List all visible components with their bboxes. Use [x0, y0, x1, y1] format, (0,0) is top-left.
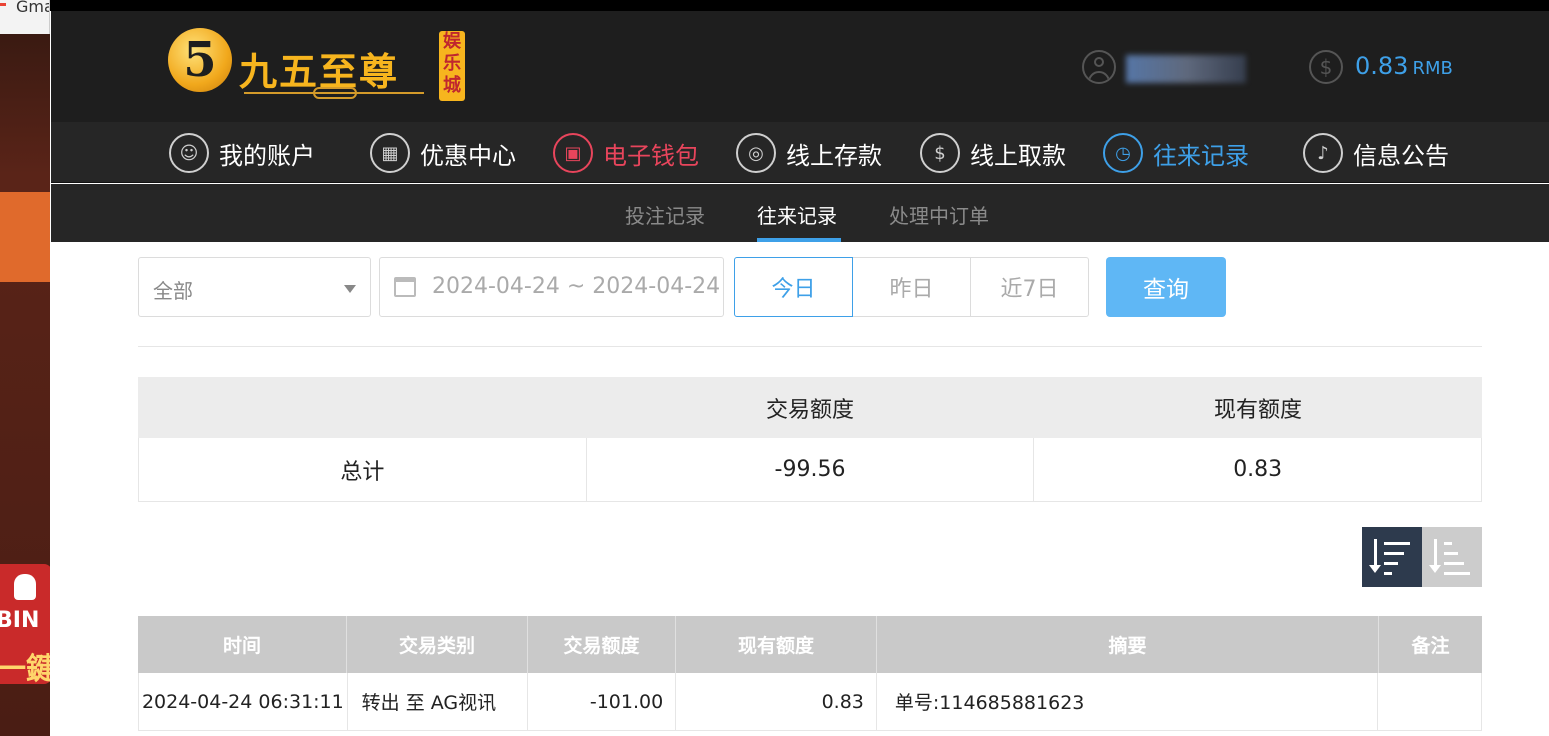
main-content: 全部 2024-04-24 ~ 2024-04-24 今日 昨日 近7日 查询 … — [51, 242, 1549, 736]
main-nav: ☺ 我的账户 ▦ 优惠中心 ▣ 电子钱包 ◎ 线上存款 $ 线上取款 ◷ 往来记录 ♪ 信息公… — [51, 122, 1549, 183]
sort-descending-button[interactable] — [1362, 527, 1422, 587]
nav-item-label: 线上存款 — [786, 141, 882, 170]
logo-ornament-center — [313, 87, 357, 99]
nav-item-promotions[interactable]: ▦ 优惠中心 — [370, 132, 516, 174]
dollar-coin-icon: $ — [1309, 50, 1343, 84]
nav-item-online-withdraw[interactable]: $ 线上取款 — [920, 132, 1066, 174]
cell-amount: -101.00 — [527, 673, 675, 730]
nav-item-label: 优惠中心 — [420, 141, 516, 170]
logo-subtitle: 娱 乐 城 — [439, 31, 465, 101]
summary-table: 交易额度 现有额度 总计 -99.56 0.83 — [138, 377, 1482, 502]
subnav-transaction-records[interactable]: 往来记录 — [757, 200, 837, 229]
user-icon: ☺ — [169, 133, 209, 173]
logo-emblem-icon[interactable]: 5 — [168, 28, 232, 92]
browser-top-bar — [0, 0, 1549, 11]
cell-balance: 0.83 — [675, 673, 876, 730]
side-promo-strip: BIN 一鍵 — [0, 34, 50, 736]
side-orange-block — [0, 192, 50, 282]
balance-display: 0.83 RMB — [1355, 52, 1453, 80]
column-header-balance[interactable]: 现有额度 — [675, 616, 876, 673]
column-header-type[interactable]: 交易类别 — [346, 616, 527, 673]
cell-remark — [1377, 673, 1481, 730]
subnav-bet-records[interactable]: 投注记录 — [625, 200, 705, 229]
summary-total-row: 总计 -99.56 0.83 — [138, 438, 1482, 502]
bell-icon: ♪ — [1303, 133, 1343, 173]
column-header-amount[interactable]: 交易额度 — [527, 616, 675, 673]
quick-date-group: 今日 昨日 近7日 — [734, 257, 1091, 317]
balance-amount: 0.83 — [1355, 52, 1409, 80]
calendar-icon — [394, 277, 416, 297]
column-header-remark[interactable]: 备注 — [1378, 616, 1482, 673]
summary-header-cell: 现有额度 — [1213, 397, 1302, 423]
table-row: 2024-04-24 06:31:11 转出 至 AG视讯 -101.00 0.… — [138, 673, 1482, 731]
cell-time: 2024-04-24 06:31:11 — [141, 690, 344, 713]
gmail-icon — [0, 3, 6, 13]
records-header-row: 时间 交易类别 交易额度 现有额度 摘要 备注 — [138, 616, 1482, 673]
nav-item-label: 我的账户 — [219, 141, 315, 170]
summary-cell: -99.56 — [585, 438, 1034, 501]
date-range-value: 2024-04-24 ~ 2024-04-24 — [432, 274, 721, 299]
pointer-hand-icon — [14, 574, 36, 600]
type-select-value: 全部 — [153, 279, 193, 303]
divider — [138, 346, 1482, 347]
deposit-icon: ◎ — [736, 133, 776, 173]
nav-item-online-deposit[interactable]: ◎ 线上存款 — [736, 132, 882, 174]
query-button[interactable]: 查询 — [1106, 257, 1226, 317]
caret-down-icon — [344, 285, 356, 293]
nav-item-label: 线上取款 — [970, 141, 1066, 170]
summary-header-cell — [138, 377, 586, 438]
balance-currency: RMB — [1412, 58, 1453, 79]
gift-icon: ▦ — [370, 133, 410, 173]
sort-ascending-button[interactable] — [1422, 527, 1482, 587]
summary-header-cell: 交易额度 — [765, 397, 854, 423]
username-redacted — [1126, 55, 1246, 83]
summary-cell: 总计 — [340, 459, 385, 485]
subnav-pending-orders[interactable]: 处理中订单 — [889, 200, 989, 229]
summary-cell: 0.83 — [1033, 438, 1481, 501]
records-table: 时间 交易类别 交易额度 现有额度 摘要 备注 2024-04-24 06:31… — [138, 616, 1482, 731]
nav-item-transaction-records[interactable]: ◷ 往来记录 — [1103, 132, 1249, 174]
nav-item-label: 往来记录 — [1153, 141, 1249, 170]
nav-item-e-wallet[interactable]: ▣ 电子钱包 — [553, 132, 699, 174]
promo-text-line1: BIN — [0, 608, 40, 633]
nav-item-label: 电子钱包 — [603, 141, 699, 170]
sub-nav: 投注记录 往来记录 处理中订单 — [51, 184, 1549, 242]
nav-item-my-account[interactable]: ☺ 我的账户 — [169, 132, 315, 174]
records-icon: ◷ — [1103, 133, 1143, 173]
last-7-days-button[interactable]: 近7日 — [970, 257, 1089, 317]
account-avatar-icon[interactable] — [1082, 50, 1116, 84]
nav-item-label: 信息公告 — [1353, 141, 1449, 170]
date-range-input[interactable]: 2024-04-24 ~ 2024-04-24 — [379, 257, 724, 317]
wallet-icon: ▣ — [553, 133, 593, 173]
sort-descending-icon — [1362, 527, 1422, 587]
cell-summary: 单号:114685881623 — [875, 673, 1377, 730]
sort-ascending-icon — [1422, 527, 1482, 587]
column-header-time[interactable]: 时间 — [138, 616, 346, 673]
column-header-summary[interactable]: 摘要 — [876, 616, 1378, 673]
nav-item-announcements[interactable]: ♪ 信息公告 — [1303, 132, 1449, 174]
cell-type: 转出 至 AG视讯 — [346, 673, 528, 730]
browser-tab[interactable]: Gma — [0, 0, 50, 34]
type-select[interactable]: 全部 — [138, 257, 371, 317]
today-button[interactable]: 今日 — [734, 257, 853, 317]
browser-tab-title: Gma — [16, 0, 49, 16]
summary-header-row: 交易额度 现有额度 — [138, 377, 1482, 438]
withdraw-icon: $ — [920, 133, 960, 173]
site-header: 5 九五至尊 娱 乐 城 $ 0.83 RMB — [51, 11, 1549, 122]
yesterday-button[interactable]: 昨日 — [852, 257, 971, 317]
promo-text-line2: 一鍵 — [0, 652, 50, 687]
